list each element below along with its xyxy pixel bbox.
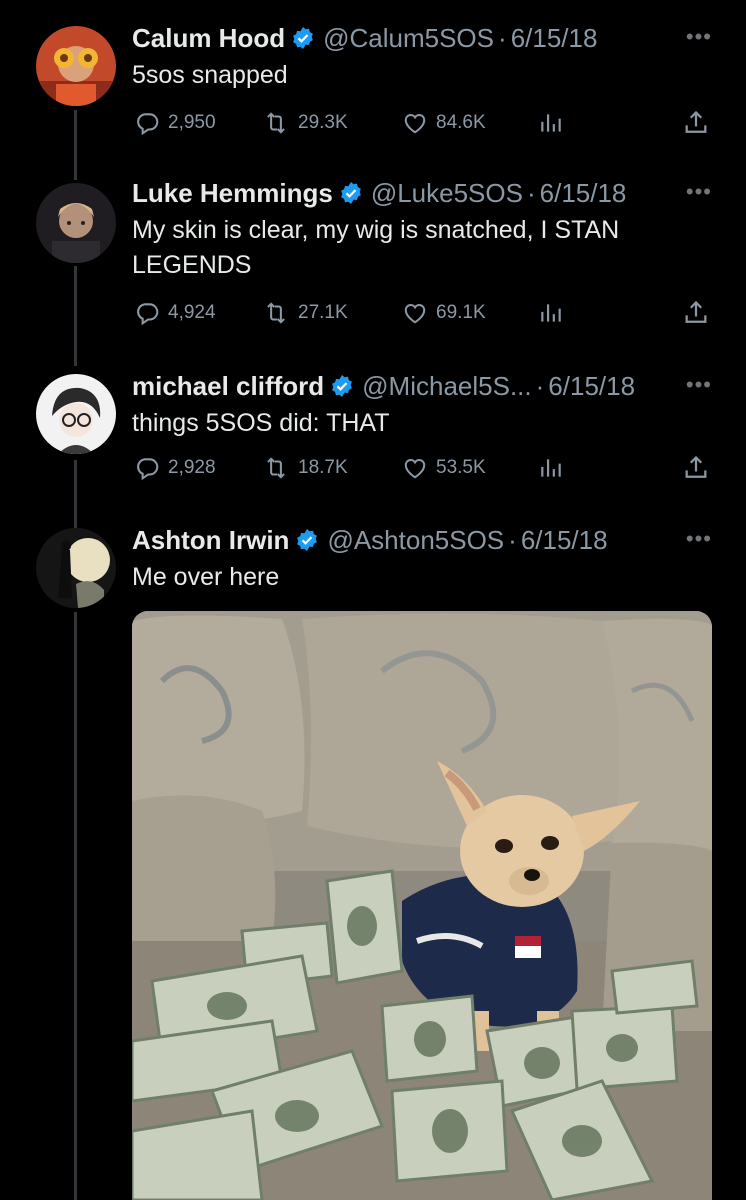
separator: · (535, 371, 545, 401)
share-icon (685, 110, 707, 133)
more-icon[interactable]: ••• (686, 372, 712, 398)
more-icon[interactable]: ••• (686, 526, 712, 552)
analytics-button[interactable] (538, 453, 572, 483)
separator: · (526, 178, 536, 208)
retweet-count: 27.1K (298, 302, 348, 323)
verified-badge-icon (293, 27, 314, 49)
share-icon (685, 300, 707, 323)
timestamp[interactable]: 6/15/18 (511, 22, 598, 54)
handle[interactable]: @Ashton5SOS (327, 524, 504, 556)
avatar[interactable] (36, 528, 116, 608)
handle[interactable]: @Calum5SOS (323, 22, 494, 54)
verified-badge-icon (340, 182, 361, 204)
analytics-icon (541, 459, 561, 477)
retweet-button[interactable]: 18.7K (262, 453, 348, 483)
reply-count: 2,928 (168, 457, 216, 478)
tweet-header: Calum Hood @Calum5SOS · 6/15/18 (132, 22, 597, 54)
like-button[interactable]: 84.6K (402, 108, 486, 138)
reply-icon (137, 303, 159, 326)
action-bar: 2,928 18.7K 53.5K (132, 453, 712, 483)
tweet-header: Ashton Irwin @Ashton5SOS · 6/15/18 (132, 524, 608, 556)
share-button[interactable] (682, 298, 718, 328)
tweet-luke[interactable]: Luke Hemmings @Luke5SOS · 6/15/18 ••• My… (0, 155, 746, 355)
timestamp[interactable]: 6/15/18 (540, 177, 627, 209)
like-count: 69.1K (436, 302, 486, 323)
timestamp[interactable]: 6/15/18 (548, 370, 635, 402)
reply-count: 2,950 (168, 112, 216, 133)
analytics-icon (541, 304, 561, 322)
tweet-text: My skin is clear, my wig is snatched, I … (132, 216, 620, 279)
avatar[interactable] (36, 26, 116, 106)
analytics-icon (541, 114, 561, 132)
share-icon (685, 455, 707, 478)
retweet-icon (267, 457, 285, 479)
share-button[interactable] (682, 108, 718, 138)
reply-button[interactable]: 2,928 (134, 453, 216, 483)
like-icon (404, 303, 426, 324)
tweet-header: michael clifford @Michael5S... · 6/15/18 (132, 370, 635, 402)
avatar[interactable] (36, 183, 116, 263)
separator: · (508, 525, 517, 555)
like-button[interactable]: 69.1K (402, 298, 486, 328)
like-button[interactable]: 53.5K (402, 453, 486, 483)
retweet-icon (267, 302, 285, 324)
reply-icon (137, 458, 159, 481)
display-name[interactable]: Luke Hemmings (132, 177, 333, 209)
share-button[interactable] (682, 453, 718, 483)
tweet-michael[interactable]: michael clifford @Michael5S... · 6/15/18… (0, 348, 746, 508)
like-count: 84.6K (436, 112, 486, 133)
tweet-text: things 5SOS did: THAT (132, 409, 390, 437)
retweet-button[interactable]: 27.1K (262, 298, 348, 328)
tweet-media-image[interactable] (132, 611, 712, 1200)
verified-badge-icon (297, 529, 318, 551)
more-icon[interactable]: ••• (686, 179, 712, 205)
retweet-icon (267, 112, 285, 134)
action-bar: 4,924 27.1K 69.1K (132, 298, 712, 328)
action-bar: 2,950 29.3K 84.6K (132, 108, 712, 138)
analytics-button[interactable] (538, 298, 572, 328)
reply-button[interactable]: 4,924 (134, 298, 216, 328)
display-name[interactable]: michael clifford (132, 370, 324, 402)
more-icon[interactable]: ••• (686, 24, 712, 50)
analytics-button[interactable] (538, 108, 572, 138)
like-count: 53.5K (436, 457, 486, 478)
verified-badge-icon (332, 375, 353, 397)
handle[interactable]: @Luke5SOS (371, 177, 523, 209)
reply-count: 4,924 (168, 302, 216, 323)
tweet-text: 5sos snapped (132, 61, 288, 89)
display-name[interactable]: Ashton Irwin (132, 524, 289, 556)
reply-icon (137, 113, 159, 136)
avatar[interactable] (36, 374, 116, 454)
reply-button[interactable]: 2,950 (134, 108, 216, 138)
handle[interactable]: @Michael5S... (362, 370, 531, 402)
display-name[interactable]: Calum Hood (132, 22, 285, 54)
like-icon (404, 458, 426, 479)
retweet-count: 18.7K (298, 457, 348, 478)
tweet-calum[interactable]: Calum Hood @Calum5SOS · 6/15/18 ••• 5sos… (0, 0, 746, 160)
tweet-header: Luke Hemmings @Luke5SOS · 6/15/18 (132, 177, 626, 209)
retweet-count: 29.3K (298, 112, 348, 133)
tweet-text: Me over here (132, 563, 280, 591)
like-icon (404, 113, 426, 134)
timestamp[interactable]: 6/15/18 (521, 524, 608, 556)
separator: · (498, 23, 507, 53)
retweet-button[interactable]: 29.3K (262, 108, 348, 138)
